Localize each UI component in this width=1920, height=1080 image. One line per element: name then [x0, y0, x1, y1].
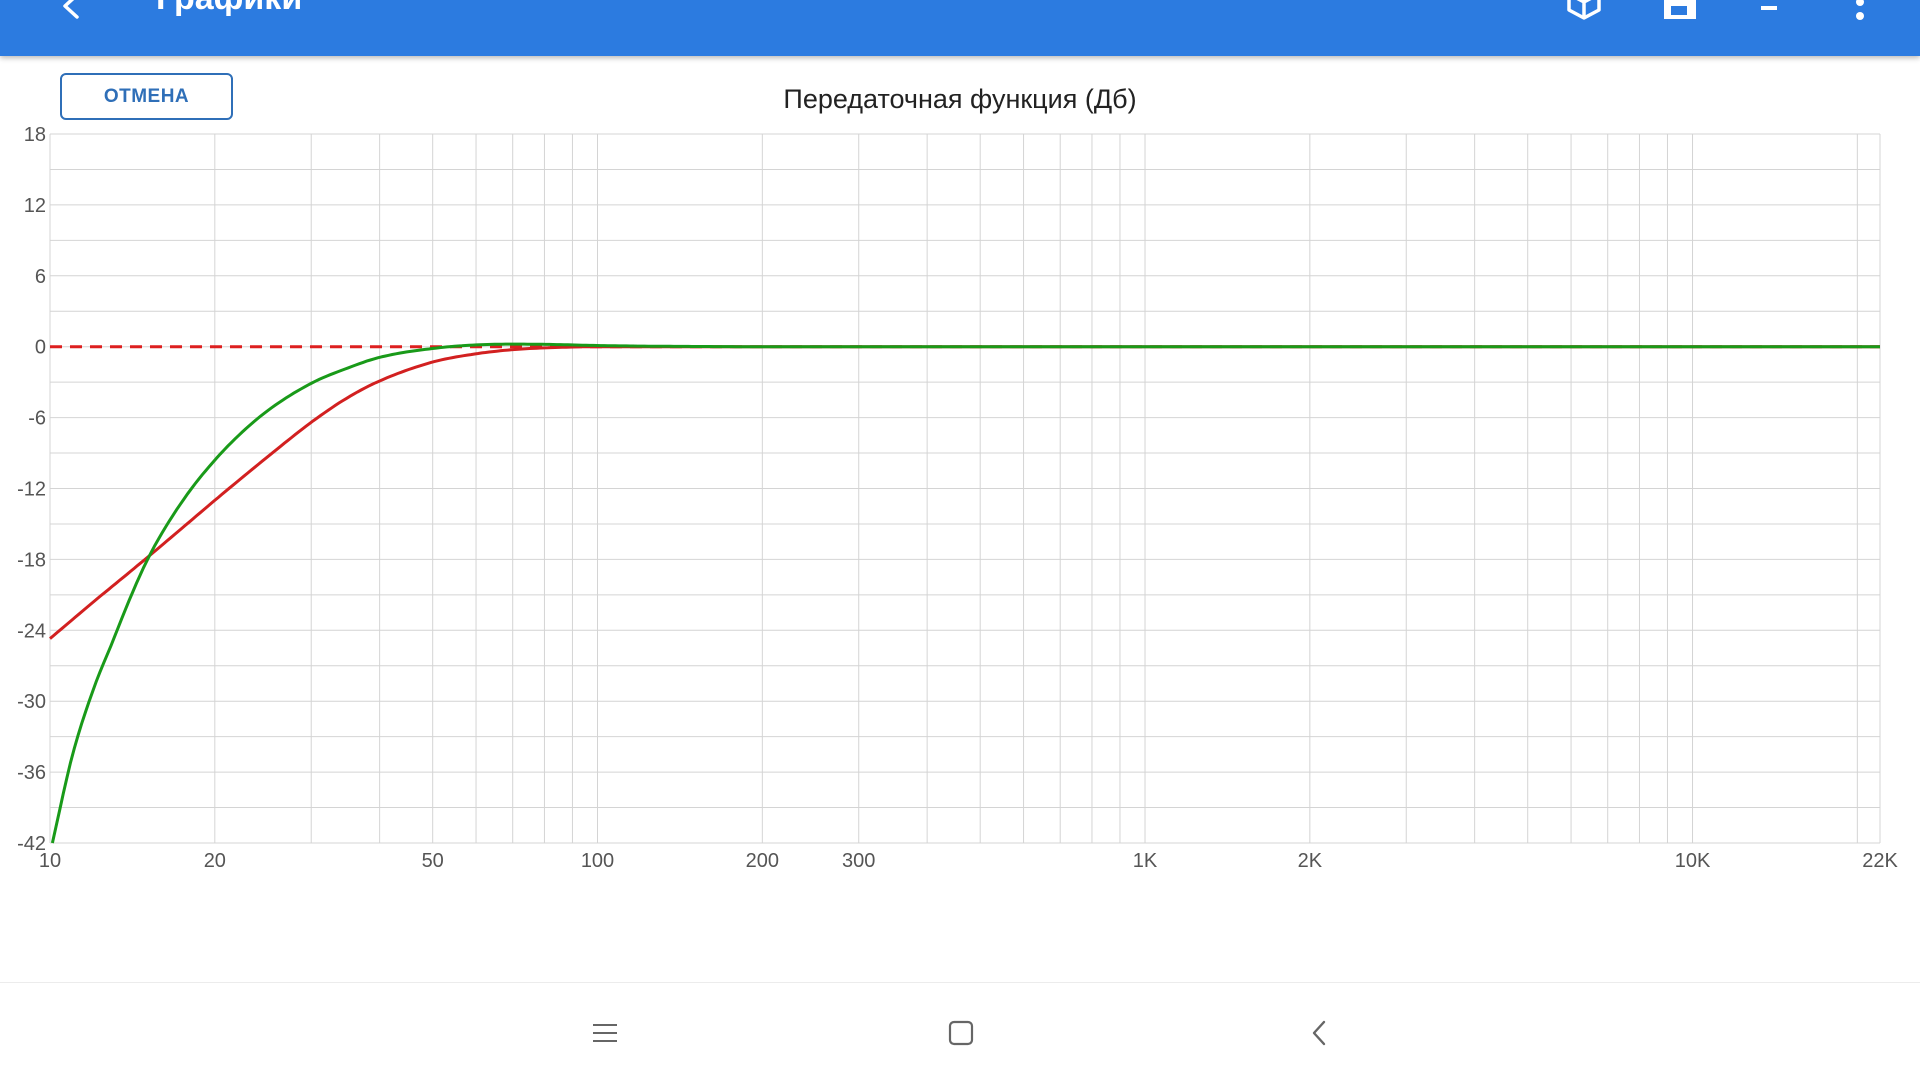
cancel-button[interactable]: ОТМЕНА	[60, 73, 233, 120]
y-tick-label: -24	[17, 620, 46, 642]
back-button[interactable]	[50, 0, 94, 28]
home-button[interactable]	[933, 1005, 989, 1061]
y-tick-label: 6	[35, 266, 46, 288]
save-icon	[1664, 0, 1696, 19]
series-line-2	[50, 342, 1880, 844]
arrow-left-icon	[63, 0, 79, 19]
x-tick-label: 200	[746, 850, 779, 872]
y-tick-label: -12	[17, 479, 46, 501]
x-tick-label: 300	[842, 850, 875, 872]
chart-title: Передаточная функция (Дб)	[783, 84, 1136, 114]
sort-list-icon	[1761, 6, 1777, 10]
home-square-icon	[948, 1020, 974, 1046]
app-bar: Графики	[0, 0, 1920, 56]
app-title: Графики	[156, 0, 302, 18]
back-chevron-icon	[1312, 1020, 1326, 1046]
x-tick-label: 100	[581, 850, 614, 872]
recent-apps-button[interactable]	[577, 1005, 633, 1061]
more-options-button[interactable]	[1836, 0, 1884, 22]
y-tick-label: -6	[28, 408, 46, 430]
y-tick-label: 0	[35, 337, 46, 359]
system-nav-bar	[0, 982, 1920, 1080]
system-back-button[interactable]	[1291, 1005, 1347, 1061]
x-tick-label: 1K	[1133, 850, 1158, 872]
sort-button[interactable]	[1753, 0, 1801, 22]
y-tick-label: -36	[17, 762, 46, 784]
transfer-function-chart: 181260-6-12-18-24-30-36-4210 20 50 100 200 30…	[17, 84, 1898, 872]
y-tick-label: -30	[17, 691, 46, 713]
cube-icon	[1567, 0, 1601, 20]
x-tick-label: 20	[204, 850, 226, 872]
x-tick-label: 2K	[1298, 850, 1323, 872]
3d-view-button[interactable]	[1560, 0, 1608, 22]
y-tick-label: 18	[24, 124, 46, 146]
menu-lines-icon	[593, 1024, 617, 1042]
x-tick-label: 10K	[1675, 850, 1711, 872]
x-tick-label: 10	[39, 850, 61, 872]
y-tick-label: 12	[24, 195, 46, 217]
more-vertical-icon	[1856, 0, 1864, 20]
x-tick-label: 22K	[1862, 850, 1898, 872]
save-button[interactable]	[1655, 0, 1703, 22]
y-tick-label: -18	[17, 549, 46, 571]
x-tick-label: 50	[422, 850, 444, 872]
